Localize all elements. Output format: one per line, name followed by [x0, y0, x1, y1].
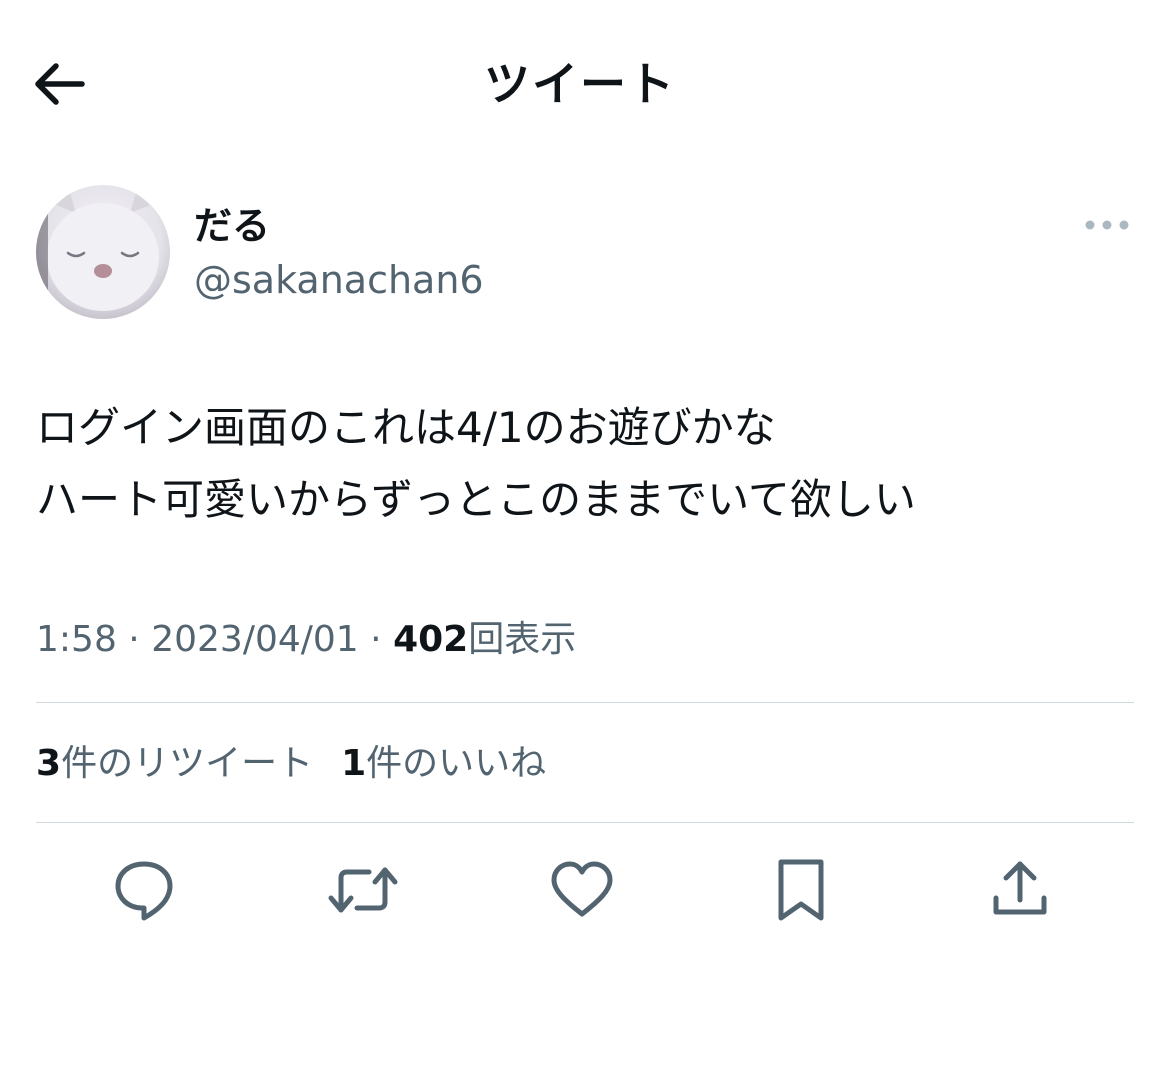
heart-icon [551, 861, 613, 917]
tweet-time[interactable]: 1:58 [36, 619, 117, 660]
tweet-stats: 3件のリツイート 1件のいいね [36, 736, 546, 792]
likes-label: 件のいいね [366, 743, 547, 784]
divider [36, 702, 1134, 703]
more-horizontal-icon [1085, 220, 1129, 230]
display-name[interactable]: だる [194, 200, 270, 252]
avatar[interactable] [36, 185, 170, 319]
meta-separator: · [370, 619, 382, 660]
retweets-stat[interactable]: 3件のリツイート [36, 743, 313, 784]
like-button[interactable] [542, 850, 622, 930]
likes-stat[interactable]: 1件のいいね [341, 743, 546, 784]
likes-count: 1 [341, 743, 367, 784]
more-options-button[interactable] [1082, 208, 1132, 242]
tweet-date[interactable]: 2023/04/01 [151, 619, 359, 660]
share-icon [993, 861, 1047, 915]
divider [36, 822, 1134, 823]
tweet-line: ハート可愛いからずっとこのままでいて欲しい [36, 475, 916, 524]
bookmark-button[interactable] [761, 850, 841, 930]
top-bar: ツイート [0, 0, 1160, 170]
retweets-count: 3 [36, 743, 62, 784]
bookmark-icon [778, 859, 824, 921]
tweet-meta: 1:58 · 2023/04/01 · 402回表示 [36, 612, 576, 668]
retweets-label: 件のリツイート [61, 743, 314, 784]
reply-button[interactable] [104, 850, 184, 930]
user-handle[interactable]: @sakanachan6 [194, 254, 484, 306]
action-bar [0, 850, 1160, 930]
reply-icon [115, 861, 173, 921]
retweet-icon [328, 867, 398, 913]
views-label: 回表示 [468, 619, 577, 660]
retweet-button[interactable] [323, 850, 403, 930]
tweet-text: ログイン画面のこれは4/1のお遊びかな ハート可愛いからずっとこのままでいて欲し… [36, 392, 1126, 536]
tweet-line: ログイン画面のこれは4/1のお遊びかな [36, 403, 776, 452]
page-title: ツイート [484, 57, 676, 111]
meta-separator: · [128, 619, 140, 660]
share-button[interactable] [980, 850, 1060, 930]
views-count: 402 [393, 619, 469, 660]
moogle-avatar [36, 185, 159, 319]
